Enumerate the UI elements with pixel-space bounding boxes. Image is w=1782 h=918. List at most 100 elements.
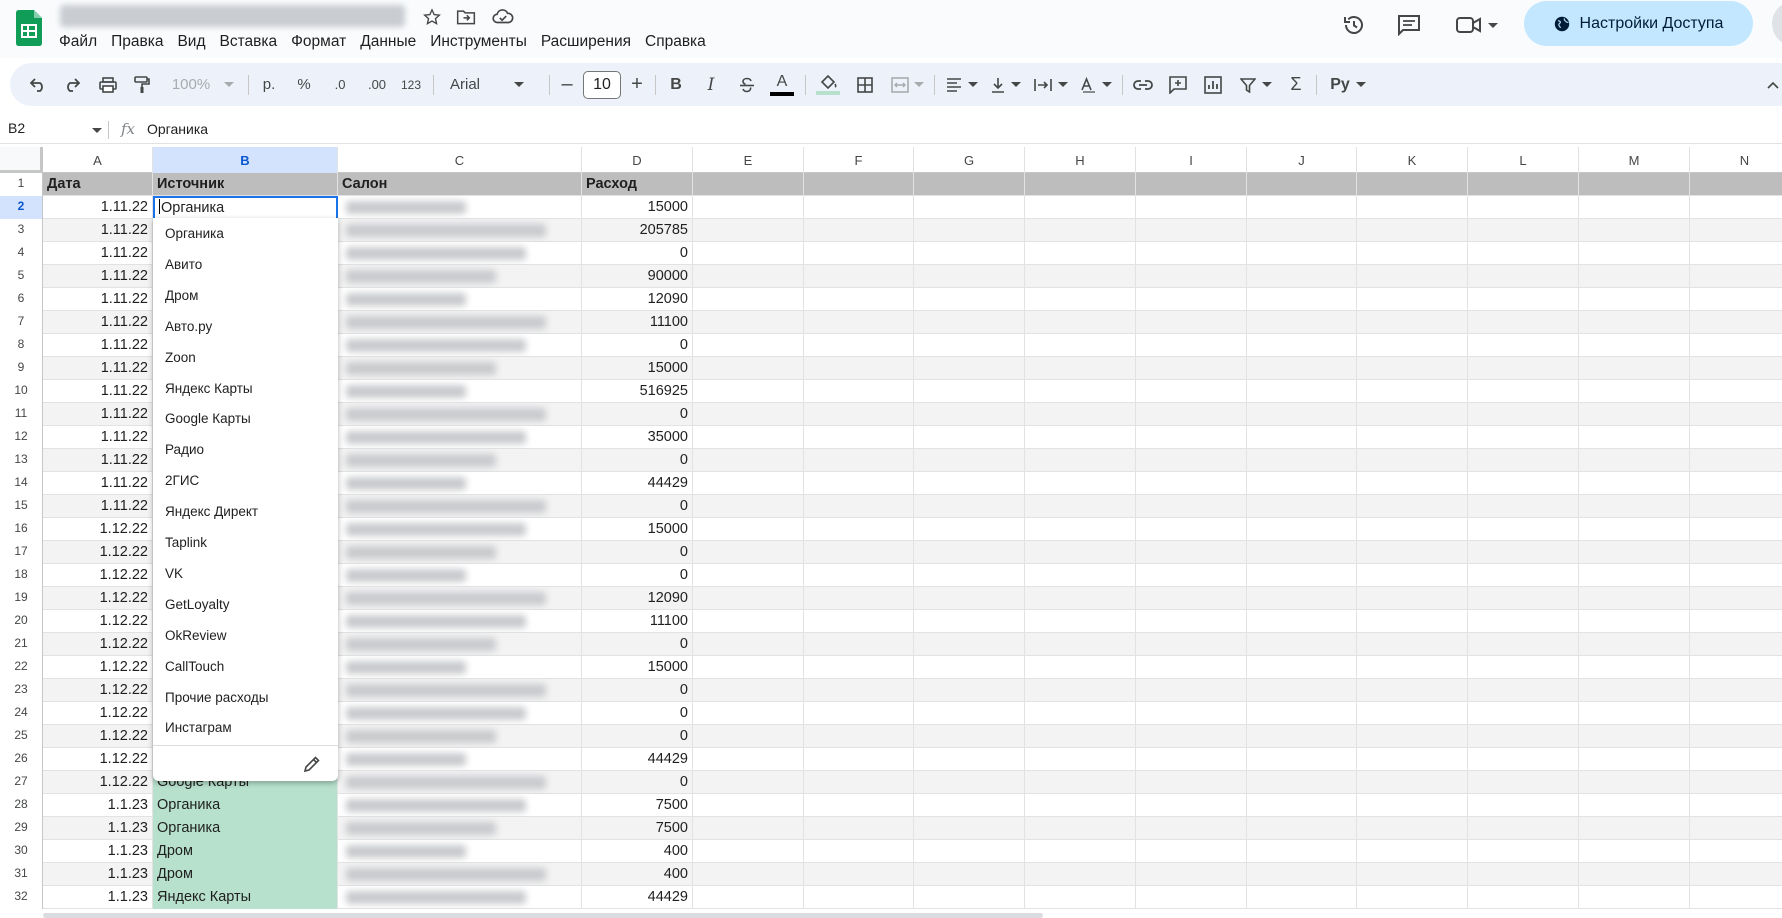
empty-cell[interactable] [914,541,1025,564]
expense-cell[interactable]: 0 [582,679,693,702]
empty-cell[interactable] [1357,265,1468,288]
menu-file[interactable]: Файл [52,32,104,52]
empty-cell[interactable] [1025,242,1136,265]
empty-cell[interactable] [804,610,914,633]
empty-cell[interactable] [1247,219,1357,242]
empty-cell[interactable] [1136,426,1247,449]
dropdown-option[interactable]: Дром [165,288,198,303]
row-number[interactable]: 4 [0,242,43,265]
empty-cell[interactable] [1468,679,1579,702]
empty-cell[interactable] [804,380,914,403]
empty-cell[interactable] [693,863,804,886]
empty-cell[interactable] [693,518,804,541]
row-number[interactable]: 22 [0,656,43,679]
empty-cell[interactable] [1579,265,1690,288]
empty-cell[interactable] [1357,311,1468,334]
empty-cell[interactable] [1468,334,1579,357]
empty-cell[interactable] [1136,265,1247,288]
header-expense[interactable]: Расход [582,173,693,196]
empty-cell[interactable] [1247,564,1357,587]
expense-cell[interactable]: 0 [582,771,693,794]
empty-cell[interactable] [1690,334,1782,357]
horizontal-align-icon[interactable] [942,63,982,106]
expense-cell[interactable]: 15000 [582,196,693,219]
empty-cell[interactable] [1579,748,1690,771]
empty-cell[interactable] [1357,679,1468,702]
empty-cell[interactable] [1690,633,1782,656]
empty-cell[interactable] [1357,334,1468,357]
empty-cell[interactable] [1468,449,1579,472]
date-cell[interactable]: 1.11.22 [43,380,153,403]
empty-cell[interactable] [1025,886,1136,909]
decrease-decimal-button[interactable]: .0 [327,63,353,106]
empty-cell[interactable] [914,633,1025,656]
salon-cell-blurred[interactable] [338,679,582,702]
empty-cell[interactable] [1579,702,1690,725]
date-cell[interactable]: 1.11.22 [43,288,153,311]
empty-cell[interactable] [1136,610,1247,633]
expense-cell[interactable]: 44429 [582,472,693,495]
salon-cell-blurred[interactable] [338,863,582,886]
empty-cell[interactable] [1690,311,1782,334]
empty-cell[interactable] [804,725,914,748]
empty-cell[interactable] [914,840,1025,863]
filter-icon[interactable] [1236,63,1276,106]
empty-cell[interactable] [914,587,1025,610]
empty-cell[interactable] [1468,426,1579,449]
empty-cell[interactable] [1468,587,1579,610]
column-header-j[interactable]: J [1247,147,1357,173]
empty-cell[interactable] [1247,242,1357,265]
dropdown-option[interactable]: Радио [165,442,204,457]
fill-color-button[interactable] [814,63,842,106]
date-cell[interactable]: 1.12.22 [43,748,153,771]
date-cell[interactable]: 1.12.22 [43,610,153,633]
dropdown-option[interactable]: OkReview [165,628,227,643]
menu-view[interactable]: Вид [170,32,212,52]
expense-cell[interactable]: 11100 [582,311,693,334]
menu-tools[interactable]: Инструменты [423,32,534,52]
empty-cell[interactable] [693,357,804,380]
empty-cell[interactable] [1579,656,1690,679]
salon-cell-blurred[interactable] [338,587,582,610]
source-cell[interactable]: Органика [153,794,338,817]
empty-cell[interactable] [1136,564,1247,587]
borders-icon[interactable] [853,63,877,106]
empty-cell[interactable] [1579,449,1690,472]
empty-cell[interactable] [1357,541,1468,564]
column-header-f[interactable]: F [804,147,914,173]
empty-cell[interactable] [914,426,1025,449]
empty-cell[interactable] [693,426,804,449]
empty-cell[interactable] [1579,472,1690,495]
empty-cell[interactable] [914,656,1025,679]
empty-cell[interactable] [914,196,1025,219]
empty-cell[interactable] [1357,725,1468,748]
menu-data[interactable]: Данные [353,32,423,52]
empty-cell[interactable] [1025,173,1136,196]
empty-cell[interactable] [693,311,804,334]
decrease-font-size-icon[interactable]: – [556,63,578,106]
font-size-input[interactable]: 10 [583,71,621,99]
row-number[interactable]: 15 [0,495,43,518]
empty-cell[interactable] [804,541,914,564]
empty-cell[interactable] [1468,472,1579,495]
empty-cell[interactable] [1468,541,1579,564]
empty-cell[interactable] [693,702,804,725]
empty-cell[interactable] [1025,817,1136,840]
header-date[interactable]: Дата [43,173,153,196]
date-cell[interactable]: 1.12.22 [43,679,153,702]
empty-cell[interactable] [804,679,914,702]
empty-cell[interactable] [1468,748,1579,771]
empty-cell[interactable] [1247,518,1357,541]
empty-cell[interactable] [1357,357,1468,380]
dropdown-option[interactable]: Авито [165,257,202,272]
empty-cell[interactable] [1247,587,1357,610]
empty-cell[interactable] [1247,702,1357,725]
empty-cell[interactable] [1690,817,1782,840]
column-header-m[interactable]: M [1579,147,1690,173]
empty-cell[interactable] [1136,173,1247,196]
empty-cell[interactable] [1247,449,1357,472]
empty-cell[interactable] [1468,610,1579,633]
empty-cell[interactable] [1247,288,1357,311]
empty-cell[interactable] [1468,288,1579,311]
empty-cell[interactable] [804,633,914,656]
